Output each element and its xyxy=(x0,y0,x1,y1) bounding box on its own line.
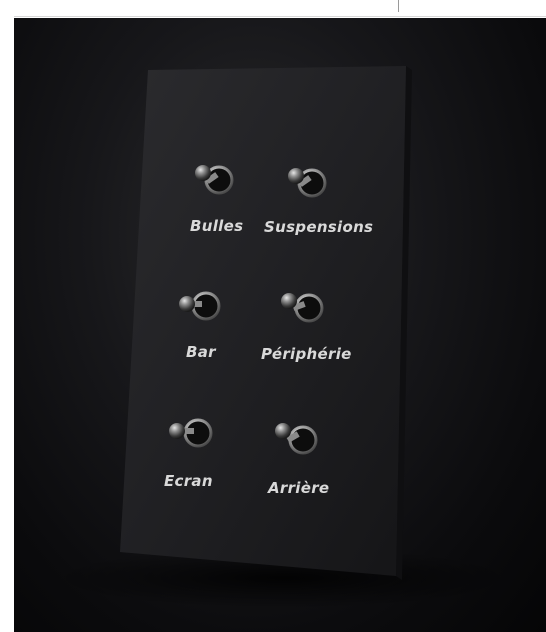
switch-knob xyxy=(195,165,211,181)
switch-knob xyxy=(179,296,195,312)
photo-svg: Bulles Suspensions Bar Périphérie Ecran … xyxy=(54,66,514,608)
divider-tick xyxy=(398,0,399,12)
label-suspensions: Suspensions xyxy=(264,218,373,236)
top-rule xyxy=(14,16,546,17)
label-bar: Bar xyxy=(186,343,217,361)
product-photo: Bulles Suspensions Bar Périphérie Ecran … xyxy=(14,18,546,632)
switch-ring xyxy=(288,425,318,455)
switch-panel xyxy=(120,66,406,576)
switch-knob xyxy=(275,423,291,439)
label-ecran: Ecran xyxy=(164,472,213,490)
label-arriere: Arrière xyxy=(267,479,329,497)
page: Bulles Suspensions Bar Périphérie Ecran … xyxy=(0,0,546,632)
switch-knob xyxy=(281,293,297,309)
switch-knob xyxy=(169,423,185,439)
switch-knob xyxy=(288,168,304,184)
label-peripherie: Périphérie xyxy=(261,345,352,363)
label-bulles: Bulles xyxy=(190,217,243,235)
